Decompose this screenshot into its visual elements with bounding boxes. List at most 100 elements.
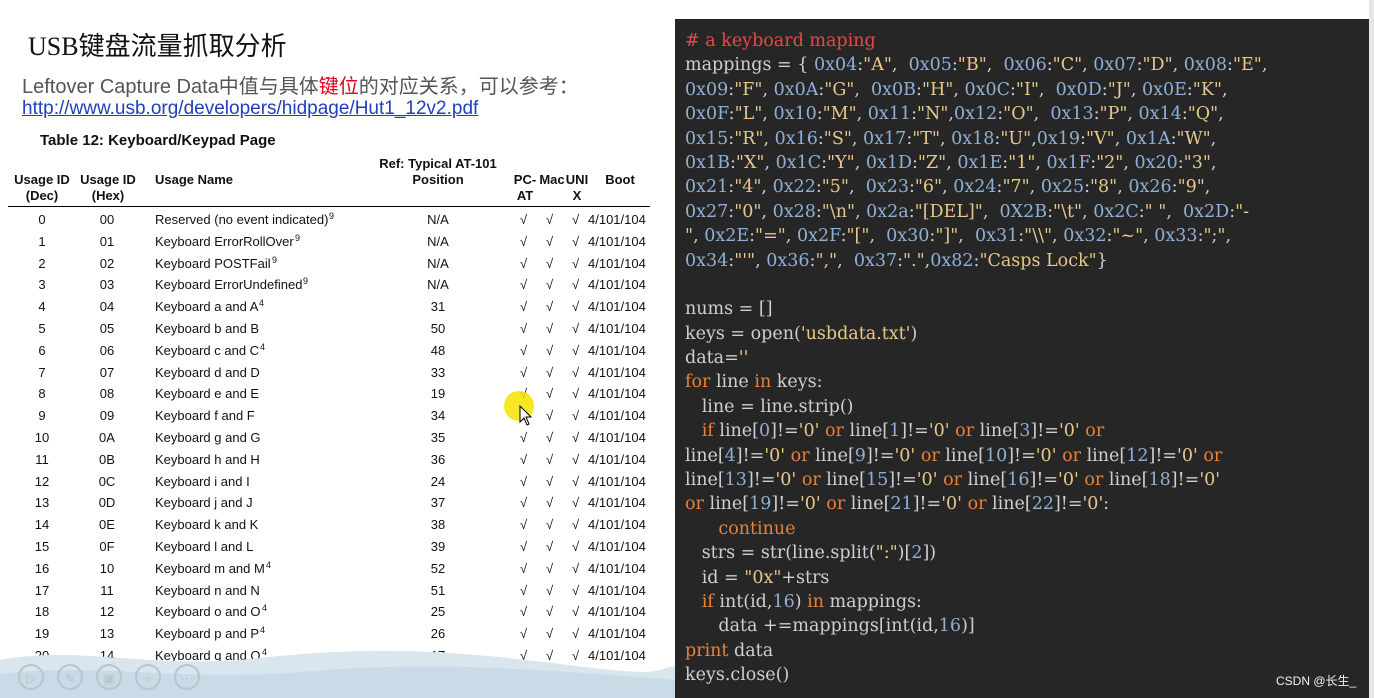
- usage-name: Keyboard f and F: [155, 408, 255, 424]
- more-icon[interactable]: ⋯: [174, 664, 200, 690]
- code-token: 0x08: [1183, 55, 1228, 76]
- at101-position: 33: [430, 364, 446, 380]
- usage-hex: 11: [100, 582, 114, 598]
- code-token: "0": [734, 201, 762, 222]
- code-token: 0x1B: [685, 152, 730, 173]
- code-token: ,: [1082, 201, 1094, 222]
- code-token: or: [1203, 445, 1223, 466]
- mac-check: √: [546, 604, 554, 620]
- header-ref-position: Ref: Typical AT-101 Position: [379, 156, 497, 187]
- code-token: '0': [1058, 470, 1079, 491]
- mac-check: √: [546, 299, 554, 315]
- code-token: "\t": [1053, 201, 1083, 222]
- code-token: "P": [1099, 104, 1128, 125]
- code-token: ,: [1033, 104, 1051, 125]
- unix-check: √: [572, 408, 580, 424]
- code-token: or: [967, 494, 987, 515]
- usage-name: Keyboard ErrorUndefined: [155, 277, 303, 293]
- code-token: ]!=: [1007, 445, 1036, 466]
- code-token: ,: [1038, 79, 1056, 100]
- code-token: '0': [775, 470, 797, 491]
- pc-at-check: √: [520, 539, 528, 554]
- usage-hex: 07: [99, 364, 115, 380]
- mac-check: √: [546, 560, 554, 576]
- unix-check: √: [572, 560, 580, 576]
- code-token: 16: [938, 616, 962, 637]
- reference-link[interactable]: http://www.usb.org/developers/hidpage/Hu…: [22, 98, 478, 120]
- boot-value: 4/101/104: [588, 495, 646, 511]
- at101-position: N/A: [427, 255, 449, 271]
- code-token: ,: [785, 226, 797, 247]
- code-token: 0x26: [1128, 177, 1172, 198]
- code-token: or: [1085, 421, 1105, 442]
- code-token: ,: [851, 128, 864, 149]
- code-token: "U": [1000, 128, 1032, 149]
- code-token: 0x2C: [1093, 201, 1139, 222]
- code-token: "6": [914, 177, 943, 198]
- pen-icon[interactable]: ✎: [57, 664, 83, 690]
- at101-position: 25: [430, 604, 446, 620]
- code-token: id =: [685, 567, 745, 588]
- code-token: ]): [922, 543, 937, 564]
- code-token: "4": [734, 177, 762, 198]
- code-token: line[: [809, 445, 855, 466]
- code-line: 0x09:"F", 0x0A:"G", 0x0B:"H", 0x0C:"I", …: [685, 78, 1369, 102]
- pc-at-check: √: [520, 364, 528, 380]
- unix-check: √: [572, 364, 580, 380]
- pc-at-check: √: [520, 255, 528, 271]
- code-token: 15: [865, 470, 889, 491]
- code-token: line[: [685, 445, 725, 466]
- boot-value: 4/101/104: [588, 604, 646, 620]
- code-token: "~": [1112, 226, 1144, 247]
- code-token: line[: [845, 494, 891, 515]
- scrollbar[interactable]: [1369, 0, 1374, 698]
- code-token: "K": [1192, 79, 1222, 100]
- code-token: line[: [685, 470, 725, 491]
- pc-at-check: √: [520, 277, 528, 293]
- at101-position: 51: [430, 582, 446, 598]
- code-token: 1: [889, 421, 901, 442]
- code-token: 0x09: [685, 79, 729, 100]
- pc-at-check: √: [520, 517, 528, 533]
- usage-hex: 10: [99, 560, 115, 576]
- code-token: ]!=: [888, 470, 917, 491]
- mac-check: √: [546, 342, 554, 358]
- code-token: 0x34: [685, 250, 729, 271]
- code-token: line[: [986, 494, 1032, 515]
- code-token: "S": [823, 128, 852, 149]
- usage-dec: 1: [38, 233, 46, 249]
- unix-check: √: [572, 430, 580, 445]
- usage-dec: 15: [34, 539, 50, 554]
- code-token: '0': [894, 445, 916, 466]
- code-token: line[: [1081, 445, 1127, 466]
- boot-value: 4/101/104: [588, 430, 646, 445]
- usage-hex: 09: [99, 408, 115, 424]
- boot-value: 4/101/104: [588, 255, 646, 271]
- code-token: print: [685, 640, 729, 661]
- code-token: "Y": [827, 152, 855, 173]
- table-row: 0 00 Reserved (no event indicated) 9 N/A √ √ √ 4…: [0, 211, 675, 234]
- code-line: mappings = { 0x04:"A", 0x05:"B", 0x06:"C…: [685, 53, 1369, 77]
- code-token: 0x17: [863, 128, 907, 149]
- usage-dec: 19: [34, 626, 50, 642]
- play-icon[interactable]: ▷: [18, 664, 44, 690]
- at101-position: 36: [430, 451, 446, 467]
- code-token: "Casps Lock": [979, 250, 1097, 271]
- table-row: 14 0E Keyboard k and K 38 √ √ √ 4/101/104: [0, 517, 675, 539]
- code-token: ": [685, 226, 694, 247]
- code-token: ,: [764, 152, 776, 173]
- code-token: 0x0D: [1055, 79, 1102, 100]
- unix-check: √: [572, 233, 580, 249]
- usage-name: Keyboard j and J: [155, 495, 253, 511]
- code-token: "J": [1107, 79, 1131, 100]
- pc-at-check: √: [520, 430, 528, 445]
- code-token: ,: [1035, 152, 1047, 173]
- slides-icon[interactable]: ▣: [96, 664, 122, 690]
- code-token: ]!=: [912, 494, 942, 515]
- zoom-icon[interactable]: ⌕: [135, 664, 161, 690]
- code-token: 0x07: [1093, 55, 1137, 76]
- header-unix: UNI X: [565, 172, 589, 203]
- code-token: 12: [1126, 445, 1149, 466]
- code-token: ,: [1204, 177, 1211, 198]
- usage-dec: 3: [38, 277, 46, 293]
